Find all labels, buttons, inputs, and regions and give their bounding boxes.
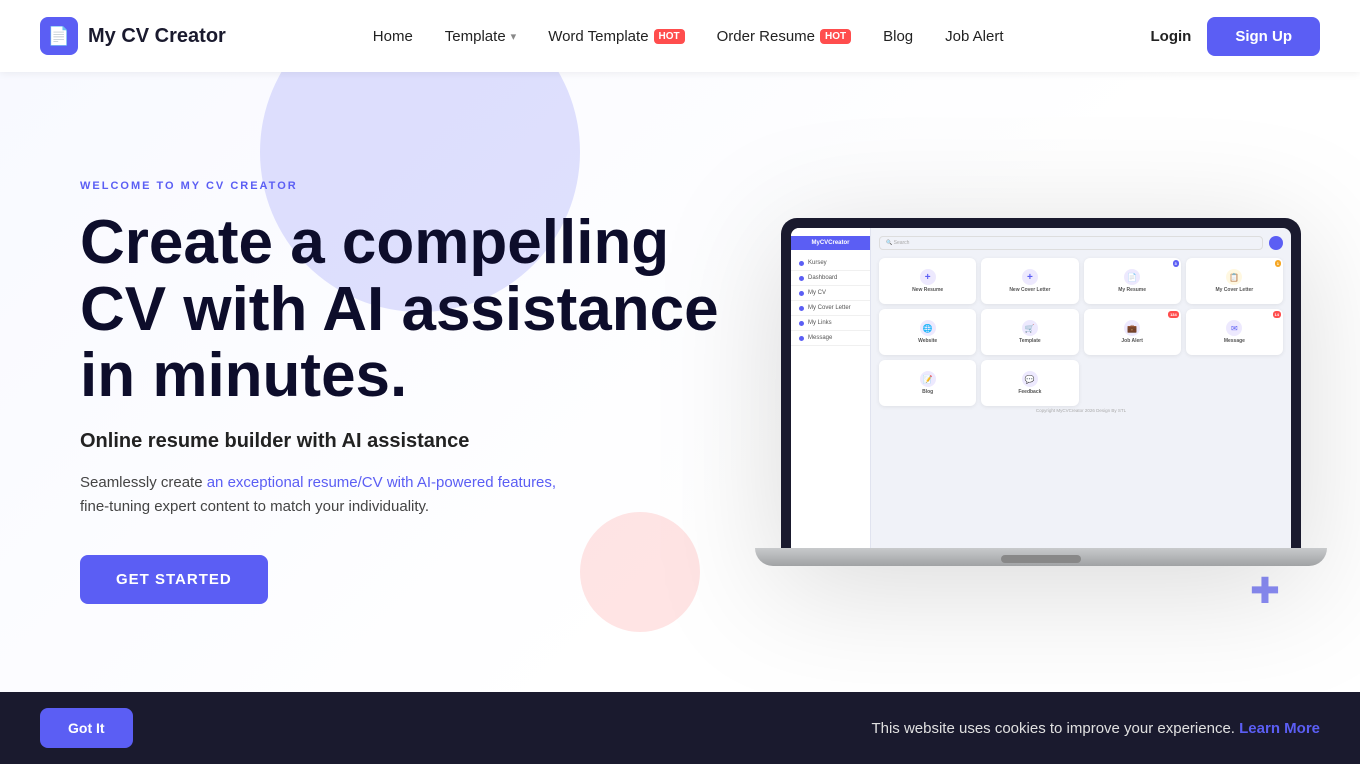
chevron-down-icon: ▾ [511, 30, 517, 43]
card-icon-feedback: 💬 [1022, 371, 1038, 387]
cookie-text: This website uses cookies to improve you… [871, 720, 1320, 737]
card-label-blog: Blog [922, 389, 933, 395]
card-website: 🌐 Website [879, 309, 976, 355]
hot-badge-word: Hot [654, 29, 685, 44]
nav-links: Home Template ▾ Word Template Hot Order … [373, 28, 1004, 45]
card-icon-blog: 📝 [920, 371, 936, 387]
got-it-button[interactable]: Got It [40, 708, 133, 748]
logo-icon: 📄 [40, 17, 78, 55]
sidebar-dot-3 [799, 291, 804, 296]
card-label-message: Message [1224, 338, 1245, 344]
card-label-my-resume: My Resume [1118, 287, 1146, 293]
welcome-label: WELCOME TO MY CV CREATOR [80, 180, 762, 192]
screen-avatar [1269, 236, 1283, 250]
card-feedback: 💬 Feedback [981, 360, 1078, 406]
sidebar-item-mycv: My CV [791, 286, 870, 301]
card-icon-template: 🛒 [1022, 320, 1038, 336]
hero-section: ✚ WELCOME TO MY CV CREATOR Create a comp… [0, 72, 1360, 692]
sidebar-item-message: Message [791, 331, 870, 346]
card-blog: 📝 Blog [879, 360, 976, 406]
cookie-banner: Got It This website uses cookies to impr… [0, 692, 1360, 764]
hot-badge-order: Hot [820, 29, 851, 44]
sidebar-item-cover-letter: My Cover Letter [791, 301, 870, 316]
card-icon-new-resume: + [920, 269, 936, 285]
screen-copyright: Copyright MyCVCreator 2026 Design By STL [879, 408, 1283, 413]
nav-home[interactable]: Home [373, 28, 413, 45]
plus-icon: ✚ [1250, 570, 1280, 612]
nav-blog[interactable]: Blog [883, 28, 913, 45]
nav-template[interactable]: Template ▾ [445, 28, 516, 45]
badge-my-resume: 3 [1173, 260, 1179, 267]
laptop-body: MyCVCreator Kursey Dashboard [781, 218, 1301, 548]
hero-link[interactable]: an exceptional resume/CV with AI-powered… [207, 474, 556, 491]
nav-word-template[interactable]: Word Template Hot [548, 28, 684, 45]
card-message: ✉ Message 14 [1186, 309, 1283, 355]
sidebar-dot-2 [799, 276, 804, 281]
card-label-new-cover: New Cover Letter [1009, 287, 1050, 293]
screen-main: 🔍 Search + New Resume [871, 228, 1291, 548]
card-my-cover: 📋 My Cover Letter 1 [1186, 258, 1283, 304]
learn-more-link[interactable]: Learn More [1239, 720, 1320, 737]
badge-job-alert: 134 [1168, 311, 1179, 318]
card-label-template: Template [1019, 338, 1041, 344]
laptop-notch [1001, 555, 1081, 563]
laptop-mockup: MyCVCreator Kursey Dashboard [762, 218, 1320, 566]
card-icon-job-alert: 💼 [1124, 320, 1140, 336]
card-label-my-cover: My Cover Letter [1215, 287, 1253, 293]
logo[interactable]: 📄 My CV Creator [40, 17, 226, 55]
card-new-resume: + New Resume [879, 258, 976, 304]
card-job-alert: 💼 Job Alert 134 [1084, 309, 1181, 355]
screen-top: 🔍 Search [879, 236, 1283, 250]
screen-sidebar: MyCVCreator Kursey Dashboard [791, 228, 871, 548]
login-button[interactable]: Login [1151, 28, 1192, 45]
nav-actions: Login Sign Up [1151, 17, 1321, 56]
card-icon-new-cover: + [1022, 269, 1038, 285]
sidebar-dot [799, 261, 804, 266]
hero-subtitle: Online resume builder with AI assistance [80, 430, 762, 453]
sidebar-item-dashboard: Dashboard [791, 271, 870, 286]
card-icon-my-cover: 📋 [1226, 269, 1242, 285]
screen-sidebar-header: MyCVCreator [791, 236, 870, 250]
sidebar-dot-6 [799, 336, 804, 341]
card-label-website: Website [918, 338, 937, 344]
card-label-new-resume: New Resume [912, 287, 943, 293]
signup-button[interactable]: Sign Up [1207, 17, 1320, 56]
card-template: 🛒 Template [981, 309, 1078, 355]
badge-my-cover: 1 [1275, 260, 1281, 267]
screen-grid: + New Resume + New Cover Letter [879, 258, 1283, 406]
hero-title: Create a compelling CV with AI assistanc… [80, 210, 762, 411]
hero-desc: Seamlessly create an exceptional resume/… [80, 471, 762, 519]
nav-job-alert[interactable]: Job Alert [945, 28, 1003, 45]
card-icon-website: 🌐 [920, 320, 936, 336]
laptop: MyCVCreator Kursey Dashboard [781, 218, 1301, 566]
sidebar-item-kursey: Kursey [791, 256, 870, 271]
sidebar-dot-5 [799, 321, 804, 326]
navbar: 📄 My CV Creator Home Template ▾ Word Tem… [0, 0, 1360, 72]
card-icon-message: ✉ [1226, 320, 1242, 336]
screen-inner: MyCVCreator Kursey Dashboard [791, 228, 1291, 548]
hero-content: WELCOME TO MY CV CREATOR Create a compel… [80, 180, 762, 605]
logo-text: My CV Creator [88, 25, 226, 48]
laptop-base [755, 548, 1327, 566]
nav-order-resume[interactable]: Order Resume Hot [717, 28, 851, 45]
card-new-cover: + New Cover Letter [981, 258, 1078, 304]
card-label-feedback: Feedback [1018, 389, 1041, 395]
card-my-resume: 📄 My Resume 3 [1084, 258, 1181, 304]
sidebar-item-links: My Links [791, 316, 870, 331]
laptop-screen: MyCVCreator Kursey Dashboard [791, 228, 1291, 548]
badge-message: 14 [1273, 311, 1281, 318]
get-started-button[interactable]: GET STARTED [80, 555, 268, 604]
screen-search: 🔍 Search [879, 236, 1263, 250]
card-label-job-alert: Job Alert [1121, 338, 1142, 344]
sidebar-dot-4 [799, 306, 804, 311]
card-icon-my-resume: 📄 [1124, 269, 1140, 285]
